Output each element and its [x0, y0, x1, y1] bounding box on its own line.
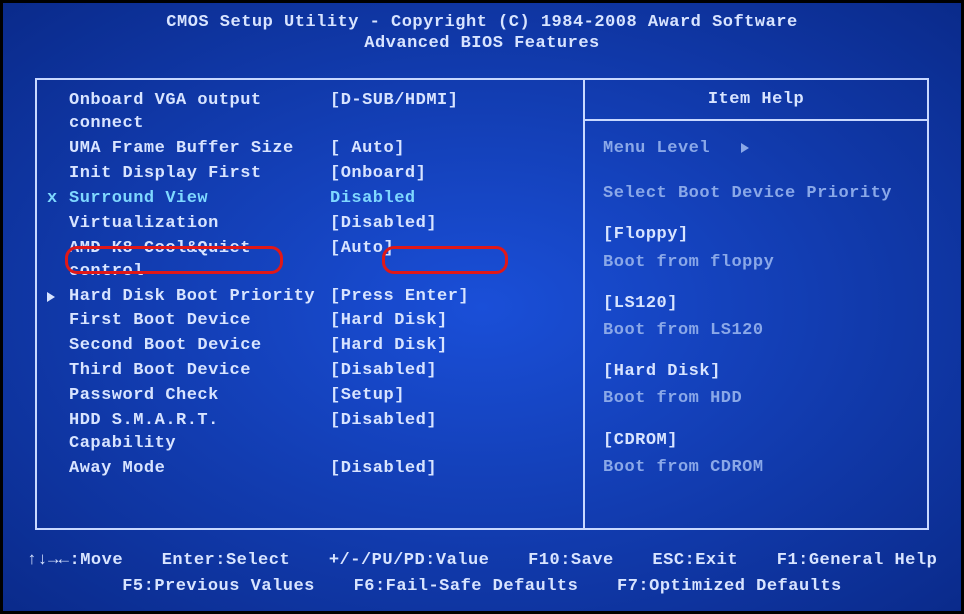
- menu-item-value: [Setup]: [330, 385, 405, 408]
- menu-item-label: Hard Disk Boot Priority: [45, 286, 330, 309]
- help-option: [Floppy]Boot from floppy: [603, 221, 909, 275]
- help-option-desc: Boot from HDD: [603, 385, 909, 412]
- menu-item-value: Disabled: [330, 188, 416, 211]
- menu-level: Menu Level: [603, 135, 909, 162]
- settings-panel: Onboard VGA output connect[D-SUB/HDMI]UM…: [37, 80, 585, 528]
- menu-item-value: [Disabled]: [330, 458, 437, 481]
- menu-item[interactable]: Password Check[Setup]: [45, 385, 575, 408]
- menu-item-label: First Boot Device: [45, 310, 330, 333]
- hint-value: +/-/PU/PD:Value: [329, 548, 490, 574]
- menu-item-label: Surround View: [45, 188, 330, 211]
- menu-item-value: [Disabled]: [330, 213, 437, 236]
- menu-item-value: [D-SUB/HDMI]: [330, 90, 458, 136]
- footer-hints: ↑↓→←:Move Enter:Select +/-/PU/PD:Value F…: [3, 548, 961, 599]
- help-option-desc: Boot from CDROM: [603, 454, 909, 481]
- menu-item-label: UMA Frame Buffer Size: [45, 138, 330, 161]
- menu-item[interactable]: Onboard VGA output connect[D-SUB/HDMI]: [45, 90, 575, 136]
- menu-item-label: Second Boot Device: [45, 335, 330, 358]
- help-option: [LS120]Boot from LS120: [603, 290, 909, 344]
- menu-item-value: [Hard Disk]: [330, 310, 448, 333]
- main-frame: Onboard VGA output connect[D-SUB/HDMI]UM…: [35, 78, 929, 530]
- menu-item-label: Password Check: [45, 385, 330, 408]
- help-body: Menu Level Select Boot Device Priority […: [585, 121, 927, 509]
- hint-exit: ESC:Exit: [652, 548, 738, 574]
- menu-item[interactable]: Virtualization[Disabled]: [45, 213, 575, 236]
- menu-item-value: [Disabled]: [330, 410, 437, 456]
- menu-item-label: Away Mode: [45, 458, 330, 481]
- hint-failsafe: F6:Fail-Safe Defaults: [354, 574, 579, 600]
- hint-help: F1:General Help: [777, 548, 938, 574]
- menu-item[interactable]: Init Display First[Onboard]: [45, 163, 575, 186]
- help-option-title: [Hard Disk]: [603, 358, 909, 385]
- menu-item-value: [Press Enter]: [330, 286, 469, 309]
- help-option: [CDROM]Boot from CDROM: [603, 427, 909, 481]
- menu-item-value: [Disabled]: [330, 360, 437, 383]
- page-title: Advanced BIOS Features: [3, 34, 961, 53]
- menu-item-label: Init Display First: [45, 163, 330, 186]
- menu-item-value: [ Auto]: [330, 138, 405, 161]
- help-option: [Hard Disk]Boot from HDD: [603, 358, 909, 412]
- hint-select: Enter:Select: [162, 548, 290, 574]
- menu-item[interactable]: Second Boot Device[Hard Disk]: [45, 335, 575, 358]
- menu-item-label: AMD K8 Cool&Quiet control: [45, 238, 330, 284]
- menu-item[interactable]: Away Mode[Disabled]: [45, 458, 575, 481]
- menu-item-value: [Onboard]: [330, 163, 426, 186]
- help-option-title: [Floppy]: [603, 221, 909, 248]
- help-option-title: [LS120]: [603, 290, 909, 317]
- menu-item[interactable]: UMA Frame Buffer Size[ Auto]: [45, 138, 575, 161]
- help-panel: Item Help Menu Level Select Boot Device …: [585, 80, 927, 528]
- menu-item[interactable]: HDD S.M.A.R.T. Capability[Disabled]: [45, 410, 575, 456]
- hint-move: ↑↓→←:Move: [27, 548, 123, 574]
- menu-item[interactable]: Hard Disk Boot Priority[Press Enter]: [45, 286, 575, 309]
- help-title: Item Help: [585, 80, 927, 121]
- hint-optimized: F7:Optimized Defaults: [617, 574, 842, 600]
- footer-line2: F5:Previous Values F6:Fail-Safe Defaults…: [3, 574, 961, 600]
- submenu-arrow-icon: [47, 292, 55, 302]
- help-option-desc: Boot from LS120: [603, 317, 909, 344]
- bios-header: CMOS Setup Utility - Copyright (C) 1984-…: [3, 3, 961, 61]
- menu-item-label: Onboard VGA output connect: [45, 90, 330, 136]
- menu-item-label: HDD S.M.A.R.T. Capability: [45, 410, 330, 456]
- menu-item-value: [Auto]: [330, 238, 394, 284]
- help-option-desc: Boot from floppy: [603, 249, 909, 276]
- menu-item[interactable]: AMD K8 Cool&Quiet control[Auto]: [45, 238, 575, 284]
- disabled-marker-icon: x: [47, 188, 58, 211]
- hint-save: F10:Save: [528, 548, 614, 574]
- menu-item[interactable]: xSurround View Disabled: [45, 188, 575, 211]
- menu-item[interactable]: First Boot Device[Hard Disk]: [45, 310, 575, 333]
- menu-item-value: [Hard Disk]: [330, 335, 448, 358]
- menu-item-label: Third Boot Device: [45, 360, 330, 383]
- menu-item-label: Virtualization: [45, 213, 330, 236]
- arrow-right-icon: [741, 143, 749, 153]
- hint-prev: F5:Previous Values: [122, 574, 315, 600]
- menu-item[interactable]: Third Boot Device[Disabled]: [45, 360, 575, 383]
- help-description: Select Boot Device Priority: [603, 180, 909, 207]
- copyright-line: CMOS Setup Utility - Copyright (C) 1984-…: [3, 13, 961, 32]
- help-option-title: [CDROM]: [603, 427, 909, 454]
- footer-line1: ↑↓→←:Move Enter:Select +/-/PU/PD:Value F…: [3, 548, 961, 574]
